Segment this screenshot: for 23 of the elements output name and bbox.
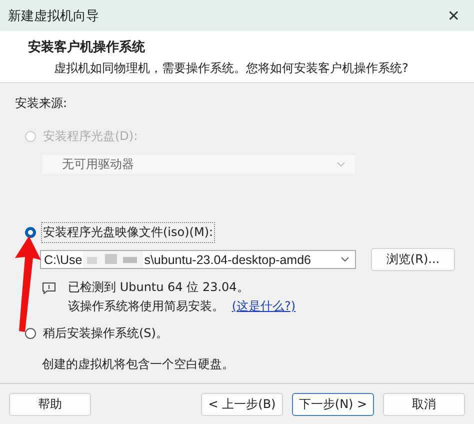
message-icon — [42, 282, 56, 294]
section-label: 安装来源: — [15, 95, 68, 112]
chevron-icon — [337, 162, 345, 167]
radio-button[interactable] — [25, 328, 36, 339]
easy-install-note: 该操作系统将使用简易安装。 — [68, 299, 224, 313]
help-button[interactable]: 帮助 — [9, 393, 91, 416]
header-title: 安装客户机操作系统 — [28, 38, 146, 56]
chevron-icon — [341, 257, 349, 262]
blur-mosaic — [83, 251, 144, 268]
option-description: 创建的虚拟机将包含一个空白硬盘。 — [42, 356, 235, 373]
close-button[interactable]: ✕ — [447, 6, 460, 24]
help-link[interactable]: (这是什么?) — [232, 299, 296, 313]
radio-label[interactable]: 安装程序光盘映像文件(iso)(M): — [41, 222, 216, 243]
path-dropdown[interactable]: C:\Use s\ubuntu-23.04-desktop-amd6 — [40, 250, 356, 269]
radio-label[interactable]: 稍后安装操作系统(S)。 — [41, 323, 170, 344]
detected-text: 已检测到 Ubuntu 64 位 23.04。 — [68, 279, 249, 296]
cancel-button[interactable]: 取消 — [383, 393, 465, 416]
header-subtitle: 虚拟机如同物理机，需要操作系统。您将如何安装客户机操作系统? — [53, 60, 410, 77]
window-title: 新建虚拟机向导 — [8, 8, 99, 24]
radio-button[interactable] — [25, 227, 36, 238]
browse-button[interactable]: 浏览(R)... — [371, 248, 455, 271]
back-button[interactable]: < 上一步(B) — [201, 393, 283, 416]
next-button[interactable]: 下一步(N) > — [292, 393, 374, 416]
